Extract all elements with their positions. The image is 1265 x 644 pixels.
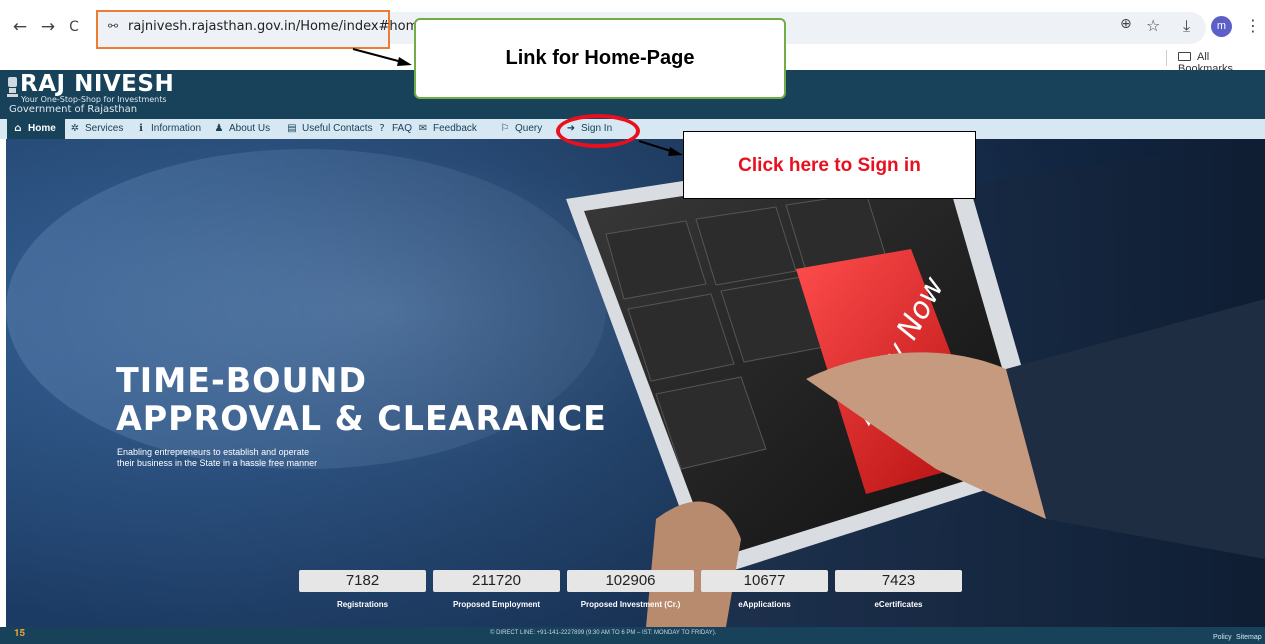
arrow-head-sign-in bbox=[668, 147, 683, 156]
annotation-arrows bbox=[352, 48, 683, 156]
arrow-to-sign-in bbox=[638, 140, 675, 153]
arrow-head-url bbox=[397, 57, 412, 66]
arrow-to-url bbox=[352, 48, 403, 63]
